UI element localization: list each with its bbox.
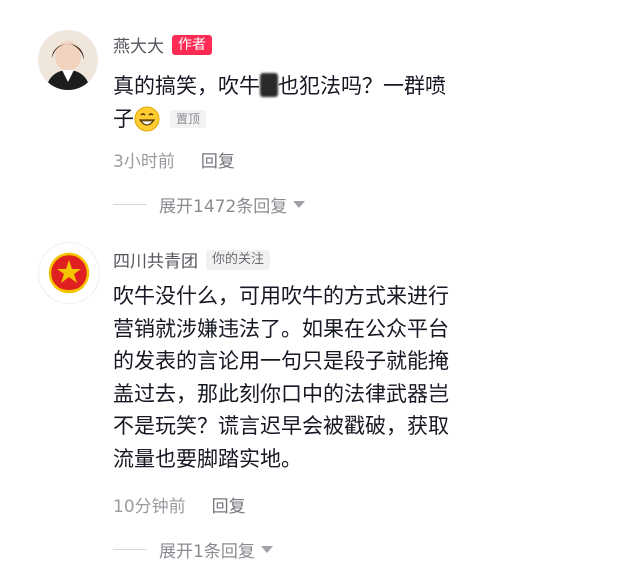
timestamp: 3小时前	[113, 152, 175, 172]
expand-replies-label: 展开1472条回复	[159, 197, 288, 217]
comment-text-part: 也犯法吗？一群喷	[278, 74, 446, 98]
censor-block	[260, 73, 278, 97]
reply-button[interactable]: 回复	[201, 147, 235, 172]
divider-line	[113, 549, 147, 550]
reply-button[interactable]: 回复	[212, 492, 246, 517]
following-badge: 你的关注	[206, 249, 271, 270]
timestamp: 10分钟前	[113, 497, 186, 517]
chevron-down-icon	[293, 201, 306, 208]
comment-text: 吹牛没什么，可用吹牛的方式来进行 营销就涉嫌违法了。如果在公众平台 的发表的言论…	[113, 280, 533, 475]
username[interactable]: 燕大大	[113, 32, 164, 57]
comment-line: 盖过去，那此刻你口中的法律武器岂	[113, 381, 449, 406]
author-avatar-image	[38, 30, 98, 90]
comment-line: 不是玩笑？谎言迟早会被戳破，获取	[113, 414, 449, 438]
pinned-badge: 置顶	[170, 109, 207, 128]
comment-meta: 10分钟前 回复	[113, 492, 246, 517]
avatar[interactable]	[38, 30, 98, 90]
reply-name-row: 四川共青团 你的关注	[113, 247, 271, 272]
grinning-face-icon	[134, 106, 160, 142]
username[interactable]: 四川共青团	[113, 247, 198, 272]
comment-text-part: 真的搞笑，吹牛	[113, 74, 260, 98]
expand-replies-button[interactable]: 展开1472条回复	[113, 192, 306, 217]
comment-line: 营销就涉嫌违法了。如果在公众平台	[113, 316, 449, 341]
comment-meta: 3小时前 回复	[113, 147, 235, 172]
chevron-down-icon	[260, 546, 273, 553]
comment-text: 真的搞笑，吹牛 也犯法吗？一群喷 子 置顶	[113, 70, 533, 141]
author-badge: 作者	[172, 34, 212, 55]
expand-replies-button[interactable]: 展开1条回复	[113, 537, 273, 562]
comment-line: 流量也要脚踏实地。	[113, 446, 302, 471]
expand-replies-label: 展开1条回复	[159, 542, 255, 562]
comment-text-part: 子	[113, 106, 134, 131]
comment-line: 吹牛没什么，可用吹牛的方式来进行	[113, 284, 449, 308]
youth-league-emblem-icon	[39, 243, 99, 303]
author-name-row: 燕大大 作者	[113, 32, 212, 57]
divider-line	[113, 204, 147, 205]
comment-line: 的发表的言论用一句只是段子就能掩	[113, 349, 449, 373]
avatar[interactable]	[38, 242, 100, 304]
